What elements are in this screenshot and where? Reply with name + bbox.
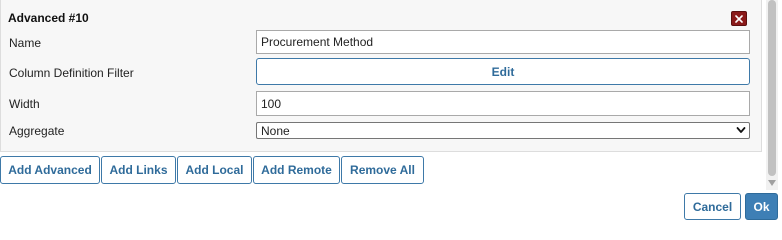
aggregate-selected-value: None [261, 123, 290, 138]
advanced-column-panel: Advanced #10 Name Column Definition Filt… [0, 0, 762, 152]
width-label: Width [9, 97, 40, 111]
column-definition-filter-label: Column Definition Filter [9, 66, 134, 80]
add-advanced-button[interactable]: Add Advanced [0, 156, 100, 184]
remove-panel-button[interactable] [731, 11, 747, 26]
scrollbar-thumb[interactable] [768, 0, 776, 176]
close-icon [735, 14, 743, 23]
name-label: Name [9, 36, 42, 50]
aggregate-select[interactable]: None [256, 122, 750, 139]
scroll-down-icon[interactable] [768, 180, 776, 186]
add-links-button[interactable]: Add Links [101, 156, 176, 184]
edit-filter-button[interactable]: Edit [256, 58, 750, 85]
name-input[interactable] [256, 30, 750, 54]
ok-button[interactable]: Ok [745, 193, 778, 220]
cancel-button[interactable]: Cancel [684, 193, 741, 220]
width-input[interactable] [256, 91, 750, 116]
vertical-scrollbar[interactable] [766, 0, 778, 190]
chevron-down-icon [736, 127, 746, 133]
add-remote-button[interactable]: Add Remote [253, 156, 340, 184]
remove-all-button[interactable]: Remove All [341, 156, 424, 184]
add-local-button[interactable]: Add Local [177, 156, 252, 184]
aggregate-label: Aggregate [9, 124, 65, 138]
panel-title: Advanced #10 [8, 11, 89, 25]
